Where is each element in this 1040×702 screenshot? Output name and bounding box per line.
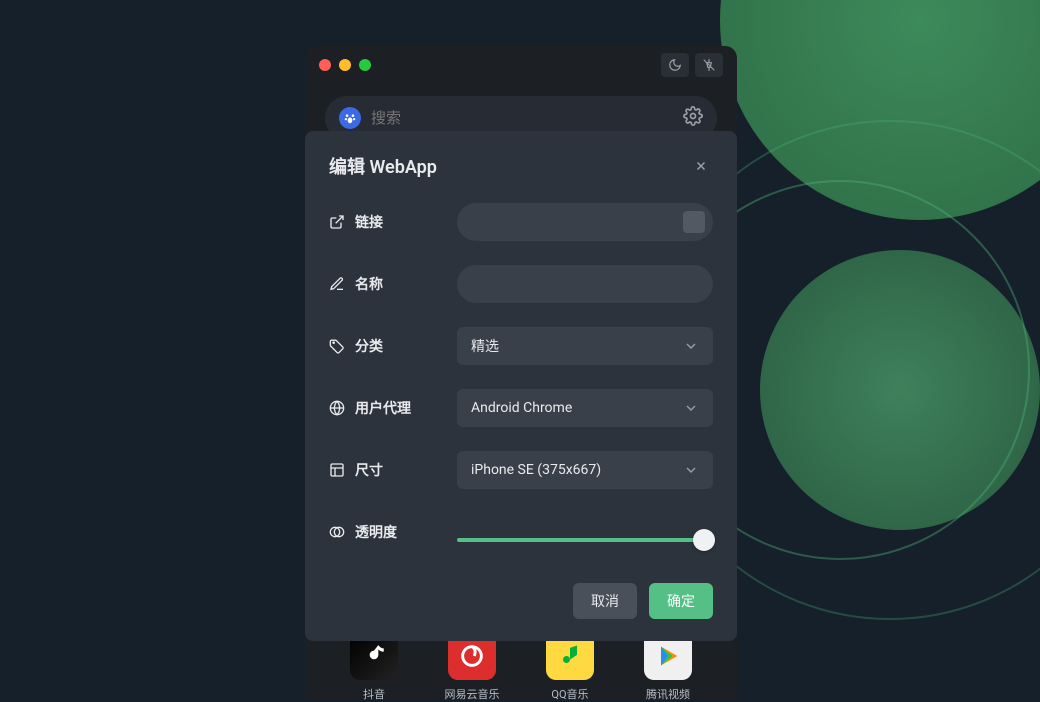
field-link: 链接 bbox=[329, 203, 713, 241]
link-input[interactable] bbox=[457, 203, 713, 241]
select-value: iPhone SE (375x667) bbox=[471, 462, 601, 478]
select-value: Android Chrome bbox=[471, 400, 572, 416]
form-label-text: 链接 bbox=[355, 212, 383, 232]
search-input[interactable] bbox=[371, 109, 673, 127]
form-label-text: 名称 bbox=[355, 274, 383, 294]
dialog-close-button[interactable] bbox=[689, 154, 713, 178]
settings-button[interactable] bbox=[683, 106, 703, 130]
chevron-down-icon bbox=[683, 462, 699, 478]
select-value: 精选 bbox=[471, 336, 499, 356]
chevron-down-icon bbox=[683, 400, 699, 416]
paw-icon bbox=[343, 111, 357, 125]
baidu-logo-icon[interactable] bbox=[339, 107, 361, 129]
field-category: 分类 精选 bbox=[329, 327, 713, 365]
app-item-netease[interactable]: 网易云音乐 bbox=[426, 632, 518, 702]
chevron-down-icon bbox=[683, 338, 699, 354]
close-icon bbox=[694, 159, 708, 173]
edit-icon bbox=[329, 276, 345, 292]
app-grid: 抖音 网易云音乐 QQ音乐 腾讯视频 bbox=[305, 632, 737, 702]
user-agent-select[interactable]: Android Chrome bbox=[457, 389, 713, 427]
form-label-text: 透明度 bbox=[355, 522, 397, 542]
field-opacity: 透明度 bbox=[329, 513, 713, 551]
traffic-lights bbox=[319, 59, 371, 71]
opacity-icon bbox=[329, 524, 345, 540]
app-item-douyin[interactable]: 抖音 bbox=[328, 632, 420, 702]
confirm-button[interactable]: 确定 bbox=[649, 583, 713, 619]
field-name: 名称 bbox=[329, 265, 713, 303]
name-input[interactable] bbox=[457, 265, 713, 303]
edit-webapp-dialog: 编辑 WebApp 链接 名称 分类 精选 bbox=[305, 131, 737, 641]
moon-icon bbox=[668, 58, 682, 72]
field-size: 尺寸 iPhone SE (375x667) bbox=[329, 451, 713, 489]
size-icon bbox=[329, 462, 345, 478]
external-link-icon bbox=[329, 214, 345, 230]
form-label-text: 分类 bbox=[355, 336, 383, 356]
window-maximize-button[interactable] bbox=[359, 59, 371, 71]
slider-thumb[interactable] bbox=[693, 529, 715, 551]
window-close-button[interactable] bbox=[319, 59, 331, 71]
tag-icon bbox=[329, 338, 345, 354]
dialog-title: 编辑 WebApp bbox=[329, 153, 437, 179]
app-item-qqmusic[interactable]: QQ音乐 bbox=[524, 632, 616, 702]
cancel-button[interactable]: 取消 bbox=[573, 583, 637, 619]
pin-icon bbox=[702, 58, 716, 72]
category-select[interactable]: 精选 bbox=[457, 327, 713, 365]
field-user-agent: 用户代理 Android Chrome bbox=[329, 389, 713, 427]
gear-icon bbox=[683, 106, 703, 126]
titlebar bbox=[305, 46, 737, 84]
dark-mode-button[interactable] bbox=[661, 53, 689, 77]
globe-icon bbox=[329, 400, 345, 416]
form-label-text: 用户代理 bbox=[355, 398, 411, 418]
opacity-slider[interactable] bbox=[457, 538, 713, 542]
pin-button[interactable] bbox=[695, 53, 723, 77]
size-select[interactable]: iPhone SE (375x667) bbox=[457, 451, 713, 489]
form-label-text: 尺寸 bbox=[355, 460, 383, 480]
window-minimize-button[interactable] bbox=[339, 59, 351, 71]
app-item-tencent[interactable]: 腾讯视频 bbox=[622, 632, 714, 702]
link-favicon-button[interactable] bbox=[683, 211, 705, 233]
